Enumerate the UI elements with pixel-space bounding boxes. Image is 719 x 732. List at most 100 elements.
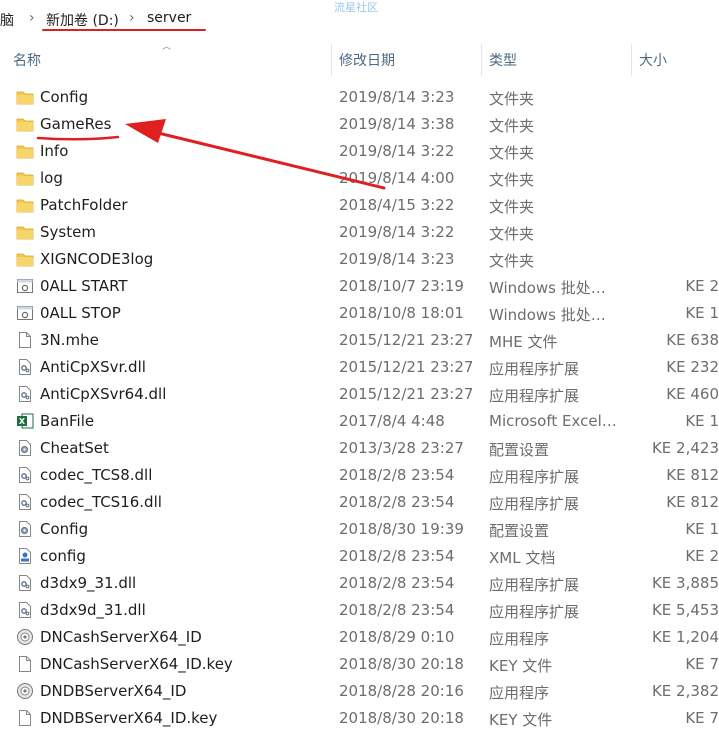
file-row[interactable]: d3dx9d_31.dll 2018/2/8 23:54 应用程序扩展 5,453 K… [0,597,719,624]
file-row[interactable]: 3N.mhe 2015/12/21 23:27 MHE 文件 638 KE [0,327,719,354]
dll-file-icon [16,358,34,376]
file-date-modified: 2018/4/15 3:22 [339,196,455,214]
column-divider[interactable] [631,44,632,76]
file-row[interactable]: 0ALL STOP 2018/10/8 18:01 Windows 批处理... 1 … [0,300,719,327]
dll-file-icon [16,601,34,619]
dll-file-icon [16,574,34,592]
file-name: 0ALL STOP [40,304,121,322]
folder-icon [16,115,34,133]
file-name: AntiCpXSvr.dll [40,358,146,376]
file-date-modified: 2018/10/8 18:01 [339,304,464,322]
file-row[interactable]: 0ALL START 2018/10/7 23:19 Windows 批处理... 2… [0,273,719,300]
file-row[interactable]: config 2018/2/8 23:54 XML 文档 2 KE [0,543,719,570]
folder-icon [16,169,34,187]
file-date-modified: 2018/8/30 20:18 [339,709,464,727]
file-type: Windows 批处理... [489,279,617,297]
folder-icon [16,223,34,241]
file-row[interactable]: d3dx9_31.dll 2018/2/8 23:54 应用程序扩展 3,885 KE [0,570,719,597]
folder-icon [16,88,34,106]
address-bar[interactable]: 脑 › 新加卷 (D:) › server 流星社区 [0,0,719,38]
file-row[interactable]: DNCashServerX64_ID 2018/8/29 0:10 应用程序 1,20… [0,624,719,651]
file-type: 应用程序扩展 [489,495,580,513]
file-date-modified: 2018/2/8 23:54 [339,574,455,592]
file-size: 2,423 KE [651,439,719,457]
file-type: Microsoft Excel ... [489,412,617,430]
file-date-modified: 2015/12/21 23:27 [339,358,474,376]
file-size: 7 KE [685,709,719,727]
watermark-text: 流星社区 [334,1,378,14]
file-row[interactable]: Config 2018/8/30 19:39 配置设置 1 KE [0,516,719,543]
column-header-name[interactable]: 名称 [13,50,41,70]
file-date-modified: 2019/8/14 3:22 [339,223,455,241]
file-row[interactable]: DNDBServerX64_ID.key 2018/8/30 20:18 KEY 文… [0,705,719,732]
file-type: 应用程序扩展 [489,468,580,486]
file-row[interactable]: AntiCpXSvr.dll 2015/12/21 23:27 应用程序扩展 232 … [0,354,719,381]
file-name: DNDBServerX64_ID [40,682,187,700]
file-name: codec_TCS8.dll [40,466,153,484]
folder-row[interactable]: PatchFolder 2018/4/15 3:22 文件夹 [0,192,719,219]
folder-row[interactable]: System 2019/8/14 3:22 文件夹 [0,219,719,246]
column-header-type[interactable]: 类型 [489,50,517,70]
exe-file-icon [16,628,34,646]
file-size: 1,204 KE [651,628,719,646]
folder-row[interactable]: Config 2019/8/14 3:23 文件夹 [0,84,719,111]
file-date-modified: 2019/8/14 4:00 [339,169,455,187]
file-date-modified: 2015/12/21 23:27 [339,385,474,403]
file-row[interactable]: DNCashServerX64_ID.key 2018/8/30 20:18 KEY… [0,651,719,678]
file-row[interactable]: X BanFile 2017/8/4 4:48 Microsoft Excel ...… [0,408,719,435]
file-name: Info [40,142,69,160]
column-divider[interactable] [481,44,482,76]
file-size: 2 KE [685,277,719,295]
file-name: XIGNCODE3log [40,250,154,268]
breadcrumb-item-drive-d[interactable]: 新加卷 (D:) [46,10,119,30]
folder-icon [16,250,34,268]
file-date-modified: 2018/8/28 20:16 [339,682,464,700]
breadcrumb-item-this-pc[interactable]: 脑 [0,10,14,30]
generic-file-icon [16,331,34,349]
chevron-right-icon[interactable]: › [129,10,135,26]
file-date-modified: 2018/10/7 23:19 [339,277,464,295]
column-divider[interactable] [331,44,332,76]
file-type: 文件夹 [489,198,535,216]
file-row[interactable]: DNDBServerX64_ID 2018/8/28 20:16 应用程序 2,382… [0,678,719,705]
file-date-modified: 2019/8/14 3:23 [339,88,455,106]
file-name: 0ALL START [40,277,128,295]
file-row[interactable]: CheatSet 2013/3/28 23:27 配置设置 2,423 KE [0,435,719,462]
file-type: XML 文档 [489,549,556,567]
folder-row[interactable]: Info 2019/8/14 3:22 文件夹 [0,138,719,165]
file-date-modified: 2018/2/8 23:54 [339,547,455,565]
folder-row[interactable]: XIGNCODE3log 2019/8/14 3:23 文件夹 [0,246,719,273]
file-type: KEY 文件 [489,711,553,729]
file-type: 应用程序扩展 [489,387,580,405]
folder-icon [16,196,34,214]
excel-file-icon: X [16,412,34,430]
file-name: DNCashServerX64_ID [40,628,202,646]
folder-row[interactable]: log 2019/8/14 4:00 文件夹 [0,165,719,192]
file-name: AntiCpXSvr64.dll [40,385,167,403]
config-file-icon [16,520,34,538]
file-type: 文件夹 [489,225,535,243]
batch-file-icon [16,277,34,295]
file-type: MHE 文件 [489,333,558,351]
column-header-size[interactable]: 大小 [639,50,667,70]
file-date-modified: 2019/8/14 3:23 [339,250,455,268]
folder-row[interactable]: GameRes 2019/8/14 3:38 文件夹 [0,111,719,138]
file-name: System [40,223,96,241]
file-type: 应用程序扩展 [489,603,580,621]
batch-file-icon [16,304,34,322]
breadcrumb-item-server[interactable]: server [147,10,191,26]
column-header-date[interactable]: 修改日期 [339,50,395,70]
file-date-modified: 2018/8/30 19:39 [339,520,464,538]
file-name: log [40,169,63,187]
folder-icon [16,142,34,160]
file-size: 812 KE [666,466,719,484]
file-date-modified: 2018/8/29 0:10 [339,628,455,646]
exe-file-icon [16,682,34,700]
chevron-right-icon[interactable]: › [29,10,35,26]
file-size: 812 KE [666,493,719,511]
file-row[interactable]: codec_TCS8.dll 2018/2/8 23:54 应用程序扩展 812 KE [0,462,719,489]
file-row[interactable]: AntiCpXSvr64.dll 2015/12/21 23:27 应用程序扩展 46… [0,381,719,408]
file-date-modified: 2017/8/4 4:48 [339,412,445,430]
file-name: Config [40,88,89,106]
file-row[interactable]: codec_TCS16.dll 2018/2/8 23:54 应用程序扩展 812 K… [0,489,719,516]
